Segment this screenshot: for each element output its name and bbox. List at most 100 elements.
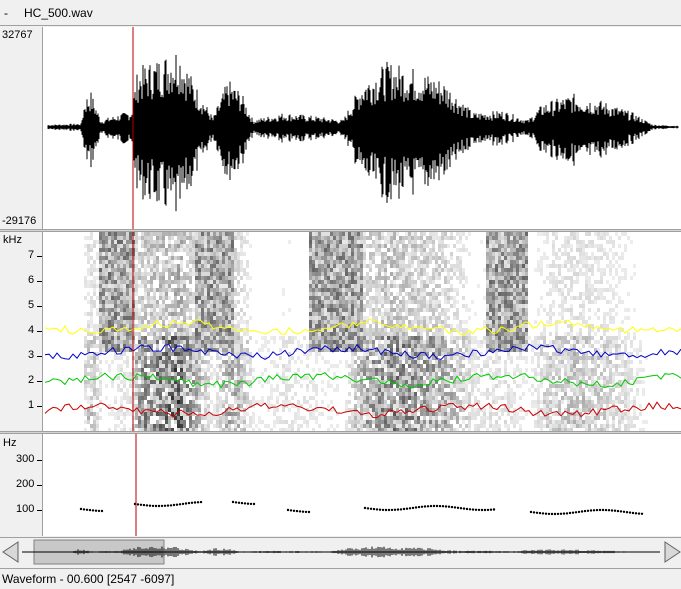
pitch-point <box>94 509 98 512</box>
pitch-point <box>304 510 308 514</box>
spectrogram-tick-label: 6 <box>28 274 35 286</box>
pitch-point <box>136 503 140 506</box>
spectrogram-tick-label: 1 <box>28 399 35 411</box>
pitch-point <box>390 508 394 512</box>
pitch-tick-label: 300 <box>16 453 35 465</box>
pitch-point <box>142 503 146 507</box>
pitch-point <box>240 501 244 505</box>
pitch-point <box>610 509 614 512</box>
pitch-point <box>85 508 89 511</box>
pitch-point <box>556 512 560 516</box>
pitch-point <box>583 509 587 513</box>
pitch-point <box>477 508 481 512</box>
pitch-point <box>444 505 448 508</box>
pitch-point <box>577 510 581 514</box>
pitch-point <box>163 504 167 507</box>
pitch-point <box>387 508 391 512</box>
spectrogram-tick-label: 4 <box>28 324 35 336</box>
pitch-point <box>154 504 158 508</box>
spectrogram-plot[interactable] <box>42 232 681 432</box>
pitch-point <box>532 511 536 514</box>
status-text: Waveform - 00.600 [2547 -6097] <box>2 572 175 586</box>
pitch-point <box>363 506 367 510</box>
pitch-tick-label: 100 <box>16 503 35 515</box>
pitch-point <box>378 508 382 511</box>
pitch-point <box>559 512 563 515</box>
pitch-point <box>492 508 496 511</box>
pitch-point <box>249 502 253 506</box>
pitch-point <box>420 505 424 508</box>
status-bar: Waveform - 00.600 [2547 -6097] <box>0 568 681 589</box>
pitch-point <box>568 511 572 515</box>
pitch-point <box>613 509 617 512</box>
pitch-point <box>301 510 305 513</box>
pitch-point <box>601 508 605 512</box>
pitch-point <box>589 509 593 512</box>
pitch-point <box>598 508 602 512</box>
pitch-point <box>592 509 596 512</box>
spectrogram-panel[interactable]: kHz 7 6 5 4 3 2 1 <box>0 232 681 432</box>
pitch-point <box>187 501 191 505</box>
pitch-point <box>595 508 599 512</box>
pitch-point <box>295 509 299 513</box>
pitch-point <box>607 509 611 512</box>
pitch-point <box>145 504 149 507</box>
pitch-point <box>462 507 466 510</box>
pitch-point <box>178 503 182 506</box>
pitch-point <box>234 501 238 504</box>
pitch-point <box>252 502 256 506</box>
pitch-point <box>631 511 635 515</box>
pitch-point <box>402 507 406 511</box>
pitch-point <box>565 512 569 515</box>
pitch-point <box>393 508 397 511</box>
pitch-point <box>426 505 430 508</box>
pitch-point <box>157 504 161 508</box>
overview-navigator[interactable] <box>0 537 681 567</box>
pitch-point <box>384 508 388 512</box>
pitch-point <box>246 502 250 505</box>
pitch-point <box>447 505 451 508</box>
waveform-max-label: 32767 <box>2 29 33 41</box>
pitch-point <box>622 510 626 513</box>
pitch-point <box>616 509 620 513</box>
pitch-point <box>417 505 421 509</box>
waveform-plot[interactable] <box>42 27 681 230</box>
spectrogram-tick-label: 3 <box>28 349 35 361</box>
pitch-point <box>468 508 472 511</box>
pitch-point <box>307 510 311 514</box>
pitch-point <box>79 507 83 511</box>
pitch-point <box>553 512 557 516</box>
menu-button[interactable]: - <box>4 6 8 20</box>
triangle-right-icon[interactable] <box>664 541 681 563</box>
pitch-point <box>139 503 143 506</box>
waveform-panel[interactable]: 32767 -29176 <box>0 27 681 230</box>
pitch-point <box>237 501 241 504</box>
spectrogram-tick-label: 2 <box>28 374 35 386</box>
title-bar: - HC_500.wav <box>0 0 681 26</box>
triangle-left-icon[interactable] <box>2 541 19 563</box>
pitch-point <box>547 512 551 516</box>
pitch-tick-label: 200 <box>16 478 35 490</box>
pitch-point <box>541 512 545 515</box>
pitch-point <box>628 511 632 514</box>
pitch-point <box>441 505 445 508</box>
pitch-point <box>181 502 185 506</box>
pitch-plot[interactable] <box>42 434 681 536</box>
pitch-point <box>435 504 439 508</box>
pitch-point <box>411 506 415 510</box>
pitch-point <box>529 510 533 514</box>
spectrogram-tick-label: 7 <box>28 249 35 261</box>
pitch-point <box>637 512 641 515</box>
pitch-point <box>450 505 454 509</box>
pitch-point <box>414 506 418 509</box>
pitch-point <box>396 508 400 511</box>
pitch-point <box>148 504 152 507</box>
pitch-point <box>408 507 412 510</box>
pitch-panel[interactable]: Hz 300 200 100 <box>0 434 681 536</box>
pitch-point <box>489 508 493 511</box>
waveform-trace <box>47 55 679 212</box>
pitch-point <box>459 507 463 510</box>
pitch-point <box>289 509 293 512</box>
pitch-point <box>486 508 490 512</box>
file-name-label: HC_500.wav <box>24 6 93 20</box>
